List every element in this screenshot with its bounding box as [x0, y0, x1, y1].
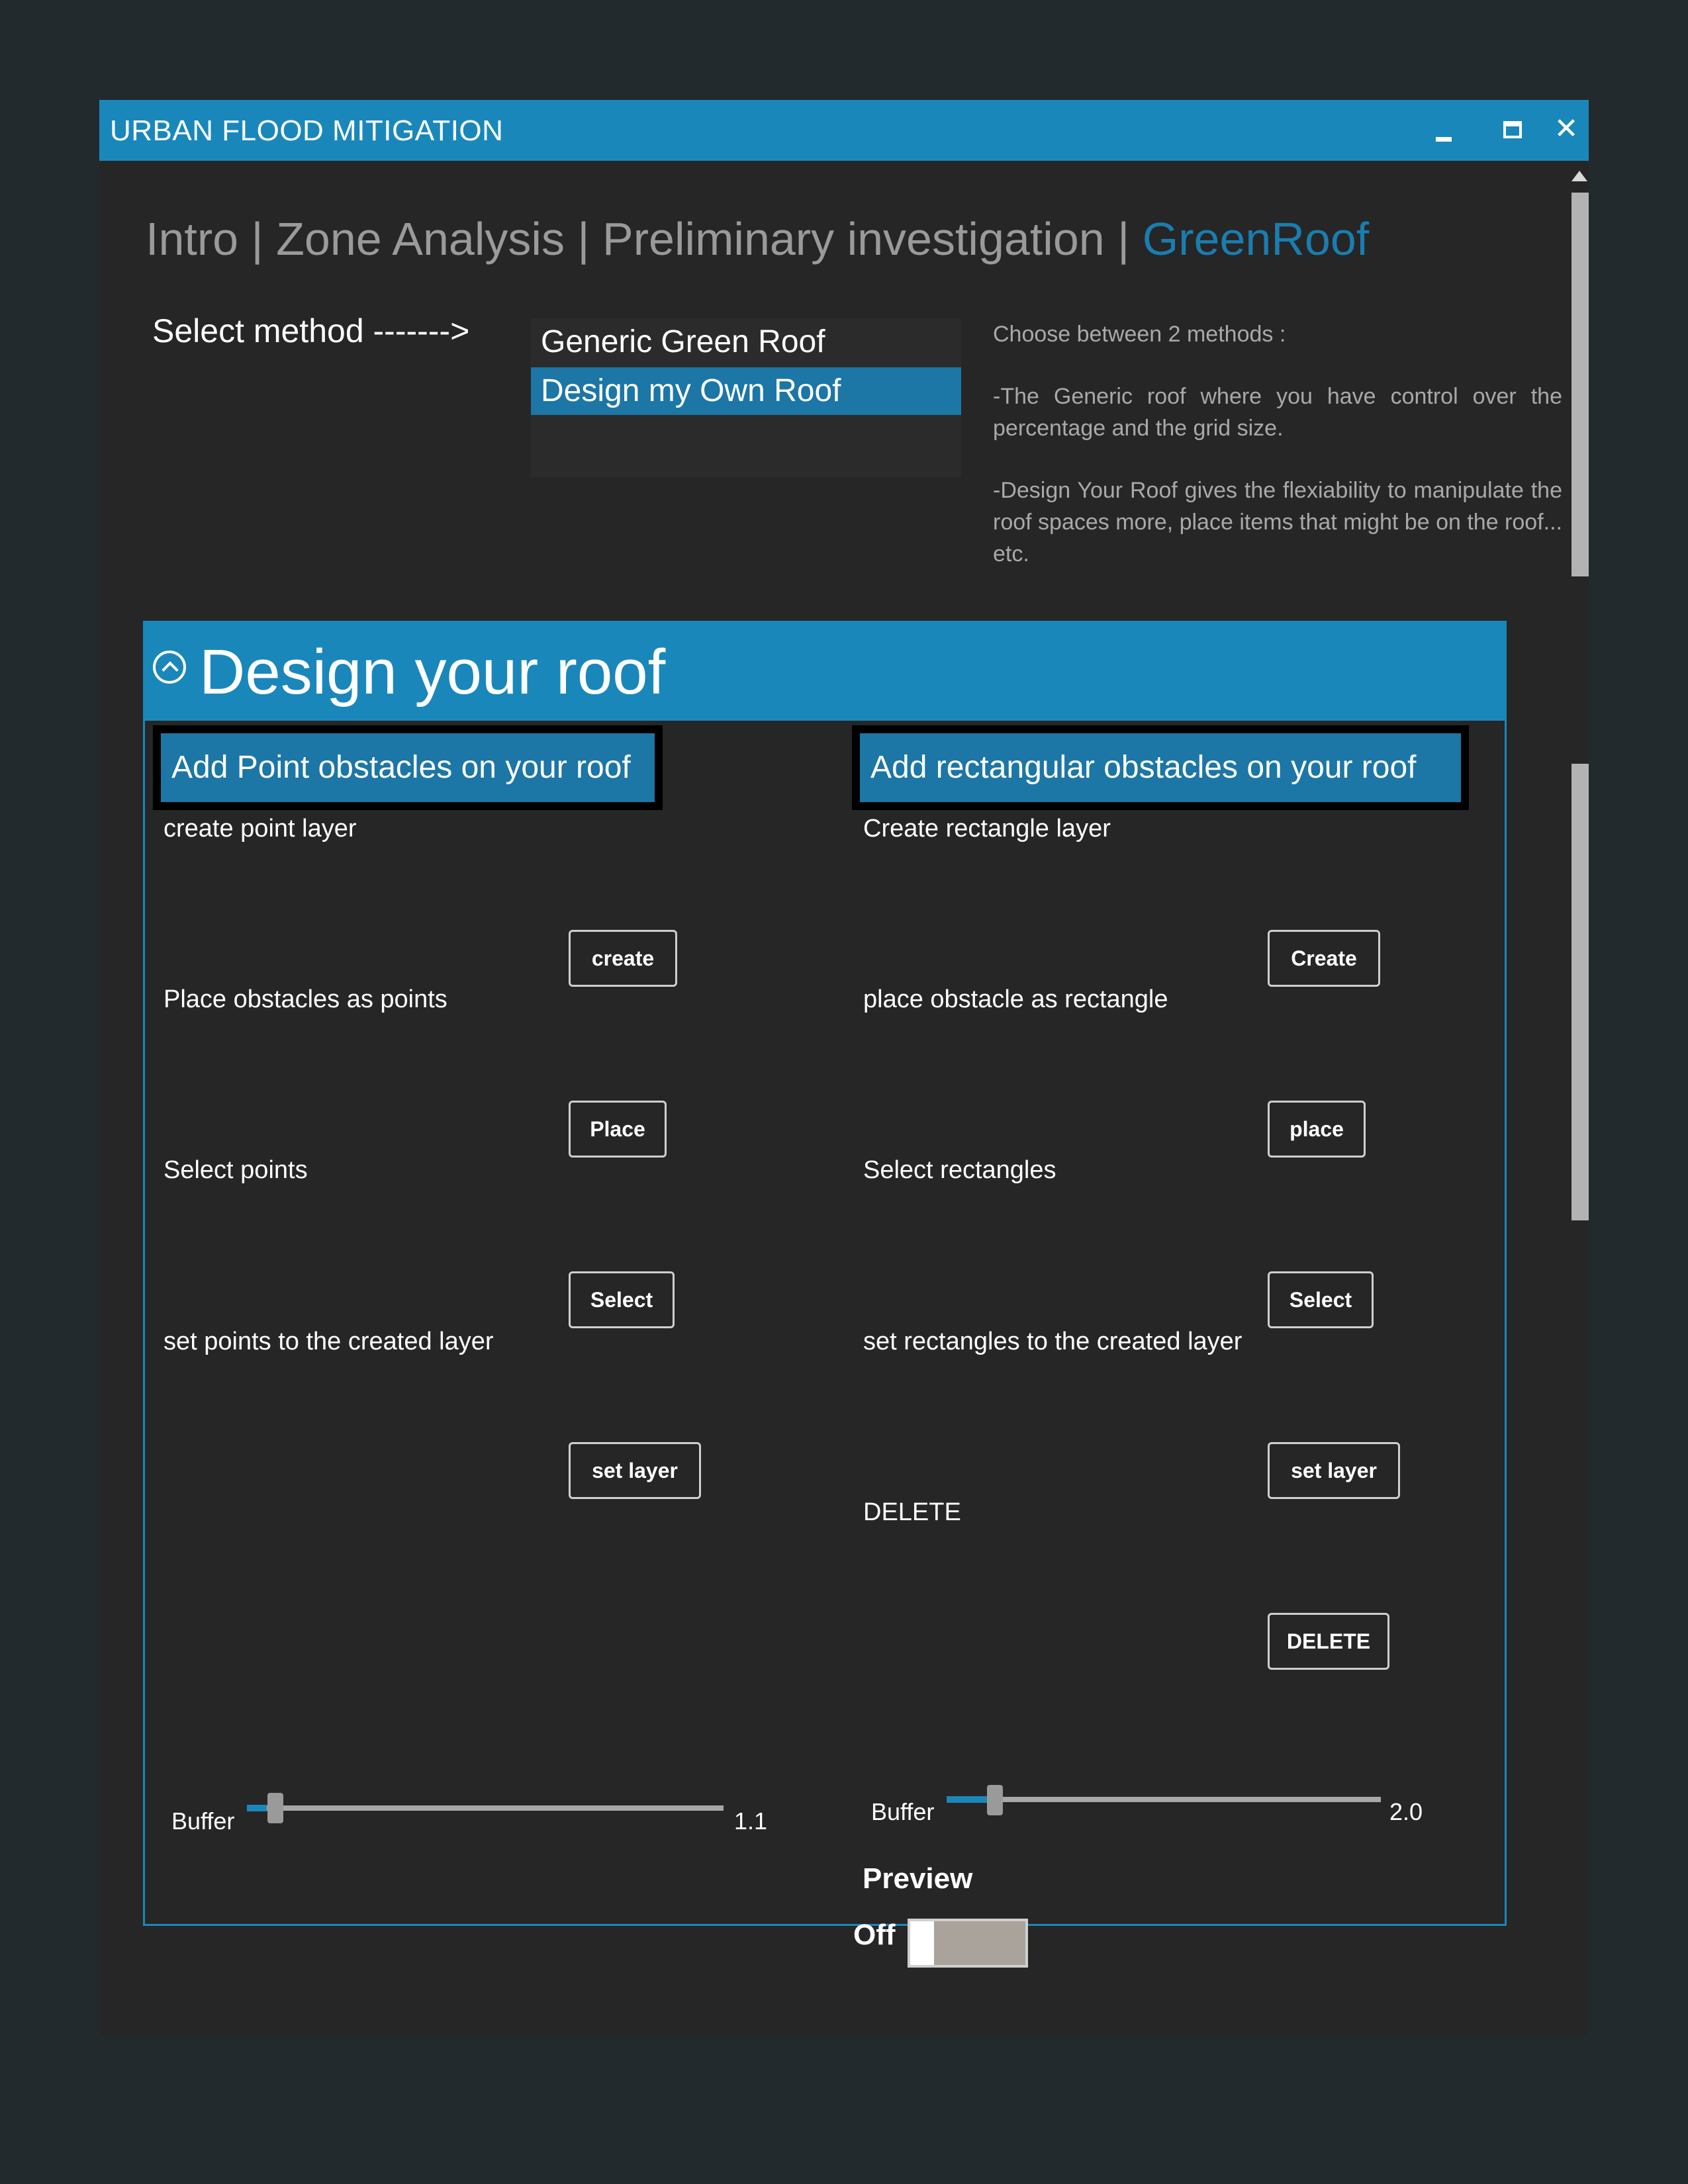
tab-intro[interactable]: Intro |: [146, 213, 263, 265]
rectangle-buffer-label: Buffer: [871, 1798, 935, 1825]
rectangle-obstacles-header: Add rectangular obstacles on your roof: [852, 725, 1469, 810]
select-rectangles-label: Select rectangles: [863, 1156, 1056, 1184]
section-header[interactable]: Design your roof: [145, 623, 1505, 721]
rectangle-buffer-slider-fill: [947, 1796, 988, 1803]
section-title: Design your roof: [199, 637, 666, 707]
scrollbar-thumb[interactable]: [1571, 193, 1589, 576]
create-rectangle-layer-label: Create rectangle layer: [863, 815, 1111, 842]
set-rectangles-layer-label: set rectangles to the created layer: [863, 1328, 1243, 1355]
point-buffer-slider-fill: [247, 1805, 267, 1811]
rectangle-buffer-slider-track[interactable]: [947, 1797, 1381, 1802]
method-listbox[interactable]: Generic Green Roof Design my Own Roof: [531, 318, 961, 477]
method-option-design-own[interactable]: Design my Own Roof: [531, 367, 961, 415]
place-points-label: Place obstacles as points: [164, 985, 447, 1013]
window-title: URBAN FLOOD MITIGATION: [110, 114, 504, 147]
point-buffer-value: 1.1: [734, 1807, 768, 1835]
preview-toggle[interactable]: [908, 1919, 1028, 1968]
set-points-layer-label: set points to the created layer: [164, 1328, 494, 1355]
create-point-layer-label: create point layer: [164, 815, 357, 842]
select-points-button[interactable]: Select: [569, 1271, 675, 1328]
select-points-label: Select points: [164, 1156, 308, 1184]
tab-preliminary-investigation[interactable]: Preliminary investigation |: [602, 213, 1129, 265]
select-rectangles-button[interactable]: Select: [1268, 1271, 1374, 1328]
set-rectangles-layer-button[interactable]: set layer: [1268, 1442, 1400, 1499]
title-bar[interactable]: URBAN FLOOD MITIGATION ✕: [99, 100, 1589, 161]
section-scrollbar-thumb[interactable]: [1571, 764, 1589, 1220]
scroll-up-arrow-icon[interactable]: [1571, 171, 1587, 181]
point-obstacles-header: Add Point obstacles on your roof: [153, 725, 663, 810]
collapse-icon[interactable]: [153, 651, 186, 684]
maximize-icon[interactable]: [1491, 118, 1531, 156]
close-icon[interactable]: ✕: [1546, 111, 1586, 148]
main-window: URBAN FLOOD MITIGATION ✕ Intro | Zone An…: [99, 100, 1589, 2036]
point-buffer-label: Buffer: [171, 1807, 235, 1835]
preview-label: Preview: [863, 1862, 973, 1895]
delete-label: DELETE: [863, 1498, 961, 1526]
description-generic: -The Generic roof where you have control…: [993, 384, 1562, 441]
create-point-layer-button[interactable]: create: [569, 930, 677, 987]
place-rectangle-label: place obstacle as rectangle: [863, 985, 1168, 1013]
design-roof-section: Design your roof Add Point obstacles on …: [143, 621, 1507, 1968]
place-rectangle-button[interactable]: place: [1268, 1101, 1366, 1158]
minimize-icon[interactable]: [1424, 122, 1464, 159]
point-buffer-slider-track[interactable]: [247, 1805, 724, 1811]
point-buffer-slider-thumb[interactable]: [267, 1793, 283, 1823]
method-description: Choose between 2 methods : -The Generic …: [993, 318, 1562, 600]
place-points-button[interactable]: Place: [569, 1101, 667, 1158]
tab-zone-analysis[interactable]: Zone Analysis |: [276, 213, 589, 265]
tab-greenroof[interactable]: GreenRoof: [1143, 213, 1369, 265]
create-rectangle-layer-button[interactable]: Create: [1268, 930, 1380, 987]
description-design: -Design Your Roof gives the flexiability…: [993, 478, 1562, 567]
preview-state-label: Off: [853, 1919, 896, 1951]
preview-toggle-knob: [910, 1921, 934, 1965]
delete-button[interactable]: DELETE: [1268, 1613, 1389, 1670]
rectangle-buffer-value: 2.0: [1389, 1798, 1423, 1825]
method-option-generic[interactable]: Generic Green Roof: [531, 318, 961, 366]
set-points-layer-button[interactable]: set layer: [569, 1442, 701, 1499]
rectangle-buffer-slider-thumb[interactable]: [987, 1785, 1003, 1815]
select-method-label: Select method ------->: [152, 312, 470, 349]
tab-bar: Intro | Zone Analysis | Preliminary inve…: [146, 212, 1369, 265]
description-intro: Choose between 2 methods :: [993, 322, 1286, 347]
